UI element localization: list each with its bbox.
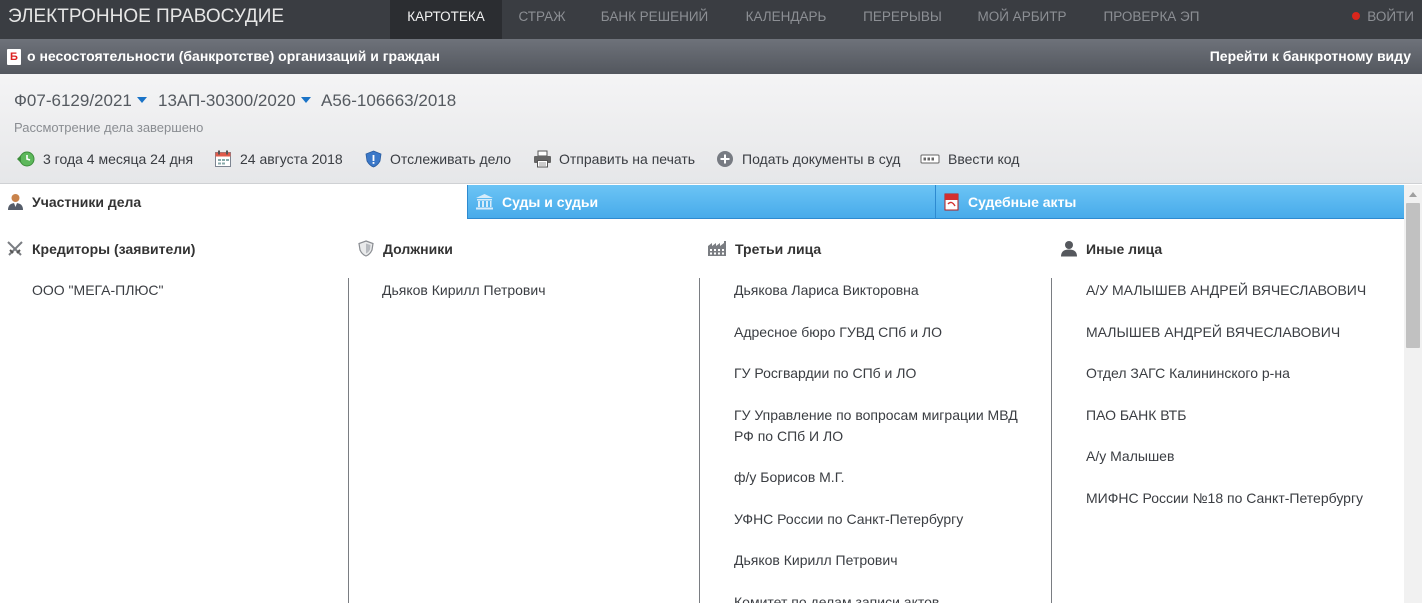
bankruptcy-doc-icon	[7, 49, 21, 65]
column-title-creditors: Кредиторы (заявители)	[32, 240, 196, 257]
column-header-debtors: Должники	[357, 240, 453, 257]
list-item[interactable]: МИФНС России №18 по Санкт-Петербургу	[1086, 488, 1398, 509]
tab-uchastniki[interactable]: Участники дела	[0, 185, 467, 219]
login-label: ВОЙТИ	[1367, 9, 1414, 24]
column-divider	[699, 278, 700, 603]
debtors-list: Дьяков Кирилл Петрович	[382, 280, 682, 322]
column-header-third-parties: Третьи лица	[707, 240, 821, 257]
enter-code-button[interactable]: Ввести код	[920, 150, 1019, 168]
nav-item-kalendar[interactable]: КАЛЕНДАРЬ	[727, 0, 845, 39]
case-number-first-instance[interactable]: А56-106663/2018	[321, 91, 456, 111]
column-title-debtors: Должники	[383, 240, 453, 257]
case-category-title: о несостоятельности (банкротстве) органи…	[27, 48, 440, 64]
vertical-scrollbar[interactable]	[1404, 185, 1422, 603]
creditors-list: ООО "МЕГА-ПЛЮС"	[32, 280, 332, 322]
list-item[interactable]: ООО "МЕГА-ПЛЮС"	[32, 280, 332, 301]
tab-akty[interactable]: Судебные акты	[935, 185, 1404, 219]
list-item[interactable]: УФНС России по Санкт-Петербургу	[734, 509, 1034, 530]
tab-sudy[interactable]: Суды и судьи	[467, 185, 935, 219]
column-header-creditors: Кредиторы (заявители)	[6, 240, 195, 257]
nav-item-pereryvy[interactable]: ПЕРЕРЫВЫ	[845, 0, 960, 39]
calendar-icon	[215, 150, 231, 167]
bankruptcy-view-link[interactable]: Перейти к банкротному виду	[1210, 48, 1411, 64]
column-divider	[348, 278, 349, 603]
third-parties-list: Дьякова Лариса Викторовна Адресное бюро …	[734, 280, 1034, 603]
case-date: 24 августа 2018	[214, 150, 343, 168]
list-item[interactable]: ГУ Росгвардии по СПб и ЛО	[734, 363, 1034, 384]
nav-item-bank-resheniy[interactable]: БАНК РЕШЕНИЙ	[582, 0, 727, 39]
shield-icon	[358, 240, 374, 257]
login-status-dot	[1352, 12, 1361, 20]
tab-underline	[467, 218, 1404, 219]
tab-akty-label: Судебные акты	[968, 194, 1077, 210]
person-icon	[8, 194, 23, 210]
scrollbar-thumb[interactable]	[1406, 203, 1420, 348]
scroll-up-arrow-icon[interactable]	[1409, 192, 1417, 197]
code-input-icon	[920, 154, 940, 164]
case-number-appeal[interactable]: 13АП-30300/2020	[158, 91, 311, 111]
case-status: Рассмотрение дела завершено	[14, 120, 204, 135]
case-duration: 3 года 4 месяца 24 дня	[16, 150, 193, 168]
nav-item-kartoteka[interactable]: КАРТОТЕКА	[390, 0, 502, 39]
case-duration-label: 3 года 4 месяца 24 дня	[43, 151, 194, 167]
tab-uchastniki-label: Участники дела	[32, 194, 142, 210]
list-item[interactable]: Дьякова Лариса Викторовна	[734, 280, 1034, 301]
list-item[interactable]: Отдел ЗАГС Калининского р-на	[1086, 363, 1398, 384]
list-item[interactable]: Дьяков Кирилл Петрович	[734, 550, 1034, 571]
list-item[interactable]: Дьяков Кирилл Петрович	[382, 280, 682, 301]
nav-item-moy-arbitr[interactable]: МОЙ АРБИТР	[960, 0, 1084, 39]
site-brand[interactable]: ЭЛЕКТРОННОЕ ПРАВОСУДИЕ	[8, 6, 284, 28]
person-icon	[1061, 241, 1077, 257]
enter-code-label: Ввести код	[948, 151, 1020, 167]
submit-documents-button[interactable]: Подать документы в суд	[716, 150, 900, 168]
submit-documents-label: Подать документы в суд	[742, 151, 901, 167]
list-item[interactable]: Адресное бюро ГУВД СПб и ЛО	[734, 322, 1034, 343]
chevron-down-icon	[136, 97, 147, 103]
case-category-bar: о несостоятельности (банкротстве) органи…	[0, 39, 1422, 74]
list-item[interactable]: А/у Малышев	[1086, 446, 1398, 467]
nav-item-strazh[interactable]: СТРАЖ	[502, 0, 582, 39]
list-item[interactable]: ГУ Управление по вопросам миграции МВД Р…	[734, 405, 1034, 447]
factory-icon	[708, 241, 726, 256]
tab-sudy-label: Суды и судьи	[502, 194, 599, 210]
column-header-other-persons: Иные лица	[1060, 240, 1162, 257]
print-button[interactable]: Отправить на печать	[533, 150, 695, 168]
crossed-swords-icon	[7, 241, 23, 256]
list-item[interactable]: ф/у Борисов М.Г.	[734, 467, 1034, 488]
chevron-down-icon	[300, 97, 311, 103]
printer-icon	[534, 150, 551, 168]
login-link[interactable]: ВОЙТИ	[1352, 0, 1414, 33]
case-date-label: 24 августа 2018	[240, 151, 343, 167]
list-item[interactable]: А/У МАЛЫШЕВ АНДРЕЙ ВЯЧЕСЛАВОВИЧ	[1086, 280, 1398, 301]
plus-circle-icon	[717, 151, 733, 167]
column-title-third-parties: Третьи лица	[735, 240, 822, 257]
pdf-icon	[944, 193, 959, 211]
courthouse-icon	[476, 194, 493, 210]
case-number-cassation[interactable]: Ф07-6129/2021	[14, 91, 147, 111]
column-divider	[1051, 278, 1052, 603]
case-number-cassation-label: Ф07-6129/2021	[14, 91, 132, 110]
top-navigation: ЭЛЕКТРОННОЕ ПРАВОСУДИЕ КАРТОТЕКА СТРАЖ Б…	[0, 0, 1422, 39]
shield-icon	[365, 150, 382, 168]
track-case-label: Отслеживать дело	[390, 151, 512, 167]
list-item[interactable]: ПАО БАНК ВТБ	[1086, 405, 1398, 426]
print-label: Отправить на печать	[559, 151, 696, 167]
case-header: Ф07-6129/2021 13АП-30300/2020 А56-106663…	[0, 74, 1422, 184]
track-case-button[interactable]: Отслеживать дело	[364, 150, 511, 168]
nav-item-proverka-ep[interactable]: ПРОВЕРКА ЭП	[1084, 0, 1219, 39]
list-item[interactable]: Комитет по делам записи актов	[734, 592, 1034, 603]
clock-back-icon	[17, 151, 35, 167]
column-title-other-persons: Иные лица	[1086, 240, 1163, 257]
list-item[interactable]: МАЛЫШЕВ АНДРЕЙ ВЯЧЕСЛАВОВИЧ	[1086, 322, 1398, 343]
case-number-appeal-label: 13АП-30300/2020	[158, 91, 296, 110]
other-persons-list: А/У МАЛЫШЕВ АНДРЕЙ ВЯЧЕСЛАВОВИЧ МАЛЫШЕВ …	[1086, 280, 1398, 529]
